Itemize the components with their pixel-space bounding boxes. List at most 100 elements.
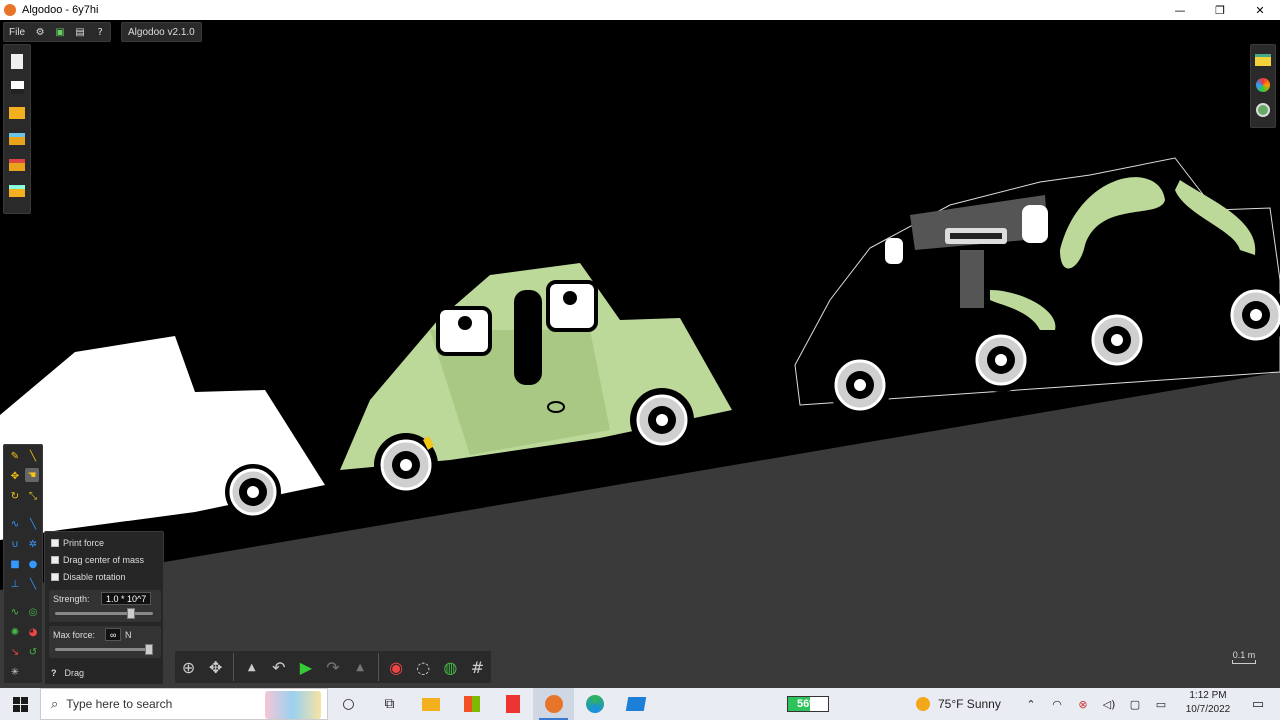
new-scene-icon[interactable]	[7, 51, 27, 71]
tool-name-label: Drag	[64, 668, 85, 678]
redo-icon[interactable]: ↷	[319, 653, 346, 681]
print-force-option[interactable]: Print force	[51, 536, 104, 550]
algodoo-app-icon	[4, 4, 16, 16]
disable-rotation-checkbox[interactable]	[51, 573, 59, 581]
open-folder-icon[interactable]	[7, 103, 27, 123]
office-icon[interactable]	[492, 688, 533, 720]
strength-slider-track[interactable]	[55, 612, 153, 615]
max-force-unit: N	[125, 630, 132, 640]
sketch-tool-icon[interactable]: ✎	[8, 449, 22, 463]
show-hidden-icons-icon[interactable]: ⌃	[1018, 698, 1044, 711]
battery-percent: 56%	[796, 698, 820, 710]
play-icon[interactable]: ▶	[292, 653, 319, 681]
battery-indicator[interactable]: 56%	[787, 696, 829, 712]
drag-tool-icon[interactable]: ☚	[25, 468, 39, 482]
file-toolbar	[3, 44, 31, 214]
plane-tool-icon[interactable]: ⊥	[8, 577, 22, 591]
knife-tool-icon[interactable]: ╲	[26, 517, 40, 531]
edge-icon[interactable]	[574, 688, 615, 720]
restore-button[interactable]: ❐	[1200, 0, 1240, 20]
disable-rotation-option[interactable]: Disable rotation	[51, 570, 126, 584]
microsoft-store-icon[interactable]	[451, 688, 492, 720]
weather-widget[interactable]: 75°F Sunny	[916, 688, 1001, 720]
window-title: Algodoo - 6y7hi	[22, 4, 99, 16]
print-force-checkbox[interactable]	[51, 539, 59, 547]
grid-icon[interactable]: #	[464, 653, 491, 681]
save-icon[interactable]	[7, 181, 27, 201]
task-view-icon[interactable]: ⧉	[369, 688, 410, 720]
mail-app-icon[interactable]	[615, 688, 656, 720]
zoom-icon[interactable]: ⊕	[175, 653, 202, 681]
chain-tool-icon[interactable]: ∪	[8, 537, 22, 551]
misc-tool-icon[interactable]: ✳	[8, 665, 22, 679]
clear-icon[interactable]	[7, 77, 27, 97]
rope-tool-icon[interactable]: ∿	[8, 517, 22, 531]
background-icon[interactable]: ◍	[437, 653, 464, 681]
max-force-control: Max force: ∞ N	[49, 626, 161, 658]
settings-gear-icon[interactable]: ⚙	[33, 25, 47, 39]
file-menu[interactable]: File	[4, 23, 30, 41]
keyboard-icon[interactable]: ▭	[1148, 698, 1174, 711]
algodoo-taskbar-icon[interactable]	[533, 688, 574, 720]
max-force-slider-track[interactable]	[55, 648, 153, 651]
drag-center-of-mass-option[interactable]: Drag center of mass	[51, 553, 144, 567]
laser-tool-icon[interactable]: ╲	[26, 577, 40, 591]
file-explorer-icon[interactable]	[410, 688, 451, 720]
phunlet-icon[interactable]	[7, 129, 27, 149]
move-tool-icon[interactable]: ✥	[8, 469, 22, 483]
spring-tool-icon[interactable]: ∿	[8, 605, 22, 619]
strength-slider-handle[interactable]	[127, 608, 135, 619]
palette-icon[interactable]	[1253, 75, 1273, 95]
play-scene-icon[interactable]: ▣	[53, 25, 67, 39]
simulation-canvas[interactable]	[0, 20, 1280, 688]
clock-time: 1:12 PM	[1189, 690, 1227, 701]
start-button[interactable]	[0, 688, 40, 720]
lessons-icon[interactable]	[7, 155, 27, 175]
minimize-button[interactable]: —	[1160, 0, 1200, 20]
strength-input[interactable]: 1.0 * 10^7	[101, 592, 152, 605]
green-car[interactable]	[340, 263, 732, 497]
pen-tool-icon[interactable]: ↺	[26, 645, 40, 659]
simulation-control-bar: ⊕ ✥ ▲ ↶ ▶ ↷ ▲ ◉ ◌ ◍ #	[174, 650, 492, 684]
tracer-tool-icon[interactable]: ◕	[26, 625, 40, 639]
cortana-icon[interactable]: ○	[328, 688, 369, 720]
pan-icon[interactable]: ✥	[202, 653, 229, 681]
redo-menu-arrow-icon[interactable]: ▲	[347, 653, 374, 681]
window-title-bar: Algodoo - 6y7hi — ❐ ✕	[0, 0, 1280, 20]
undo-menu-arrow-icon[interactable]: ▲	[238, 653, 265, 681]
volume-icon[interactable]: ◁)	[1096, 698, 1122, 711]
window-icon[interactable]: ▤	[73, 25, 87, 39]
help-icon[interactable]: ?	[93, 25, 107, 39]
layers-icon[interactable]	[1253, 50, 1273, 70]
display-icon[interactable]: ▢	[1122, 698, 1148, 711]
fixate-tool-icon[interactable]: ◎	[26, 605, 40, 619]
wifi-icon[interactable]: ◠	[1044, 698, 1070, 711]
zoom-to-fit-icon[interactable]	[1253, 100, 1273, 120]
clock[interactable]: 1:12 PM 10/7/2022	[1180, 689, 1236, 717]
taskbar-search-box[interactable]: ⌕ Type here to search	[40, 688, 328, 720]
scale-tool-icon[interactable]: ⤡	[26, 489, 40, 503]
dark-car-train[interactable]	[794, 157, 1280, 417]
right-toolbar	[1250, 44, 1276, 128]
brush-tool-icon[interactable]: ╲	[26, 449, 40, 463]
gear-tool-icon[interactable]: ✲	[26, 537, 40, 551]
strength-label: Strength:	[53, 594, 90, 604]
security-icon[interactable]: ⊗	[1070, 698, 1096, 711]
box-tool-icon[interactable]: ■	[8, 557, 22, 571]
max-force-slider-handle[interactable]	[145, 644, 153, 655]
air-friction-icon[interactable]: ◌	[410, 653, 437, 681]
white-car[interactable]	[0, 336, 325, 540]
rotate-tool-icon[interactable]: ↻	[8, 489, 22, 503]
notifications-icon[interactable]: ▭	[1244, 688, 1272, 720]
drag-center-of-mass-checkbox[interactable]	[51, 556, 59, 564]
help-question-icon[interactable]: ?	[51, 668, 57, 678]
scale-bar	[1232, 660, 1256, 664]
undo-icon[interactable]: ↶	[265, 653, 292, 681]
hinge-tool-icon[interactable]: ✺	[8, 625, 22, 639]
thruster-tool-icon[interactable]: ↘	[8, 645, 22, 659]
max-force-input[interactable]: ∞	[105, 628, 122, 641]
close-button[interactable]: ✕	[1240, 0, 1280, 20]
gravity-icon[interactable]: ◉	[383, 653, 410, 681]
circle-tool-icon[interactable]: ●	[26, 557, 40, 571]
scale-indicator: 0.1 m	[1230, 650, 1258, 664]
